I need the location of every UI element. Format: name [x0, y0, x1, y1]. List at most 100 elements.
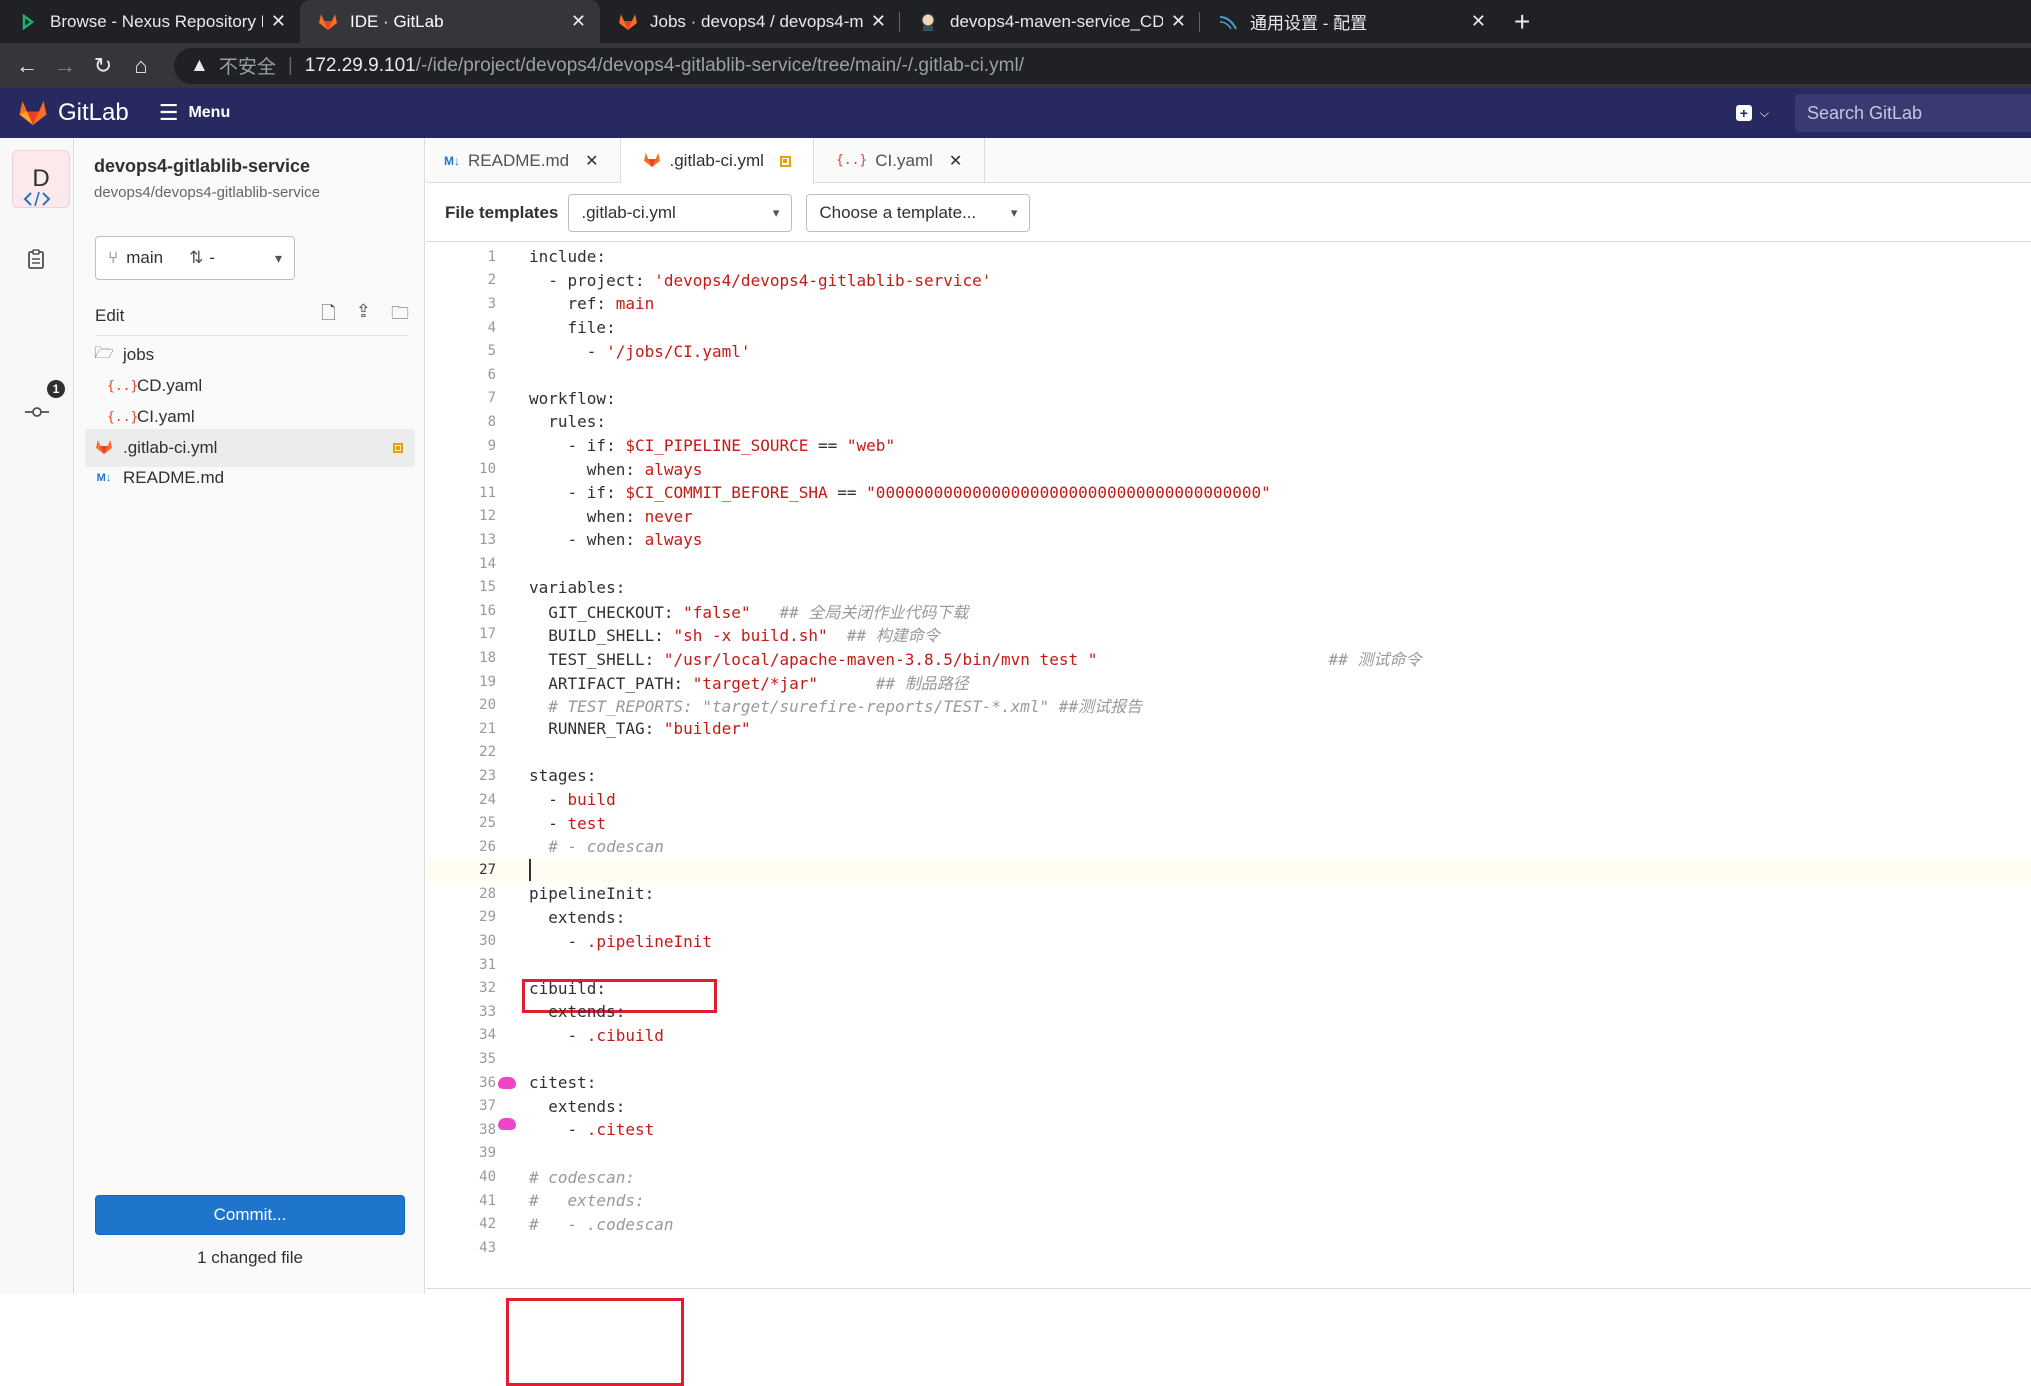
browser-tab-nexus[interactable]: Browse - Nexus Repository Ma ✕ — [0, 0, 300, 43]
commit-button[interactable]: Commit... — [95, 1195, 405, 1235]
code-text: workflow: — [529, 388, 616, 408]
address-bar[interactable]: ▲ 不安全 | 172.29.9.101 /-/ide/project/devo… — [174, 47, 2031, 84]
menu-button[interactable]: ☰ Menu — [159, 100, 231, 126]
code-line[interactable]: 25 - test — [426, 811, 2031, 835]
code-line[interactable]: 7 workflow: — [426, 387, 2031, 411]
code-line[interactable]: 19 ARTIFACT_PATH: "target/*jar" ## 制品路径 — [426, 670, 2031, 694]
code-line[interactable]: 10 when: always — [426, 457, 2031, 481]
back-arrow-icon[interactable]: ← — [8, 53, 46, 79]
code-text: when: always — [586, 459, 703, 479]
code-line[interactable]: 27 — [426, 858, 2031, 883]
code-brackets-icon[interactable] — [22, 190, 52, 208]
code-line[interactable]: 39 — [426, 1142, 2031, 1166]
code-line[interactable]: 41 # extends: — [426, 1189, 2031, 1213]
code-line[interactable]: 34 - .cibuild — [426, 1024, 2031, 1048]
gitlab-header: GitLab ☰ Menu + ⌵ Search GitLab — [0, 88, 2031, 138]
code-line[interactable]: 17 BUILD_SHELL: "sh -x build.sh" ## 构建命令 — [426, 623, 2031, 647]
code-text: extends: — [548, 1002, 626, 1022]
edit-label: Edit — [95, 305, 125, 325]
branch-selector[interactable]: ⑂ main ⇅ - ▾ — [95, 236, 295, 280]
modified-indicator-icon — [779, 155, 791, 167]
code-line[interactable]: 5 - '/jobs/CI.yaml' — [426, 339, 2031, 363]
close-icon[interactable]: ✕ — [585, 151, 598, 171]
home-icon[interactable]: ⌂ — [122, 53, 160, 79]
new-folder-icon[interactable]: 🗀 — [391, 301, 409, 331]
code-line[interactable]: 32 cibuild: — [426, 976, 2031, 1000]
close-icon[interactable]: ✕ — [1471, 11, 1486, 32]
code-line[interactable]: 16 GIT_CHECKOUT: "false" ## 全局关闭作业代码下载 — [426, 599, 2031, 623]
clipboard-icon[interactable] — [27, 248, 45, 270]
code-line[interactable]: 42 # - .codescan — [426, 1212, 2031, 1236]
template-choice-select[interactable]: Choose a template... ▾ — [806, 193, 1031, 232]
browser-toolbar: ← → ↻ ⌂ ▲ 不安全 | 172.29.9.101 /-/ide/proj… — [0, 43, 2031, 88]
code-line[interactable]: 4 file: — [426, 316, 2031, 340]
code-line[interactable]: 36 citest: — [426, 1071, 2031, 1095]
code-line[interactable]: 35 — [426, 1047, 2031, 1071]
browser-tab-jenkins[interactable]: devops4-maven-service_CD # ✕ — [900, 0, 1200, 43]
code-line[interactable]: 31 — [426, 953, 2031, 977]
code-line[interactable]: 14 — [426, 552, 2031, 576]
code-line[interactable]: 29 extends: — [426, 906, 2031, 930]
code-text: - build — [529, 790, 616, 809]
upload-icon[interactable]: ⇪ — [356, 301, 371, 331]
code-line[interactable]: 26 # - codescan — [426, 835, 2031, 859]
template-type-select[interactable]: .gitlab-ci.yml ▾ — [568, 193, 793, 232]
commit-icon[interactable] — [25, 406, 49, 418]
forward-arrow-icon[interactable]: → — [46, 53, 84, 79]
code-text: rules: — [548, 412, 607, 432]
tab-ci-yaml[interactable]: {..} CI.yaml ✕ — [814, 138, 986, 183]
code-text: - if: $CI_PIPELINE_SOURCE == "web" — [529, 436, 896, 456]
code-line[interactable]: 18 TEST_SHELL: "/usr/local/apache-maven-… — [426, 646, 2031, 670]
code-line[interactable]: 1 include: — [426, 245, 2031, 269]
code-text: - project: 'devops4/devops4-gitlablib-se… — [529, 270, 992, 290]
code-text: when: never — [586, 506, 693, 526]
code-line[interactable]: 8 rules: — [426, 410, 2031, 434]
code-line[interactable]: 30 - .pipelineInit — [426, 929, 2031, 953]
ide-activity-bar: D 1 — [0, 138, 74, 1294]
code-line[interactable]: 12 when: never — [426, 505, 2031, 529]
code-line[interactable]: 21 RUNNER_TAG: "builder" — [426, 717, 2031, 741]
code-line[interactable]: 11 - if: $CI_COMMIT_BEFORE_SHA == "00000… — [426, 481, 2031, 505]
code-line[interactable]: 28 pipelineInit: — [426, 882, 2031, 906]
code-line[interactable]: 37 extends: — [426, 1094, 2031, 1118]
code-line[interactable]: 38 - .citest — [426, 1118, 2031, 1142]
code-line[interactable]: 2 - project: 'devops4/devops4-gitlablib-… — [426, 269, 2031, 293]
code-line[interactable]: 33 extends: — [426, 1000, 2031, 1024]
code-text: - test — [529, 813, 607, 833]
gitlab-logo[interactable]: GitLab — [18, 99, 129, 127]
yaml-icon: {..} — [107, 409, 139, 425]
reload-icon[interactable]: ↻ — [84, 53, 122, 79]
close-icon[interactable]: ✕ — [871, 11, 886, 32]
tree-file-readme[interactable]: M↓ README.md — [85, 459, 415, 497]
code-editor[interactable]: 1 include: 2 - project: 'devops4/devops4-g… — [426, 245, 2031, 1386]
browser-tab-jobs[interactable]: Jobs · devops4 / devops4-mav ✕ — [600, 0, 900, 43]
new-dropdown-button[interactable]: + ⌵ — [1735, 105, 1769, 121]
code-line[interactable]: 15 variables: — [426, 575, 2031, 599]
code-line[interactable]: 20 # TEST_REPORTS: "target/surefire-repo… — [426, 693, 2031, 717]
tab-gitlab-ci[interactable]: .gitlab-ci.yml — [621, 138, 814, 184]
code-line[interactable]: 24 - build — [426, 788, 2031, 812]
search-input[interactable]: Search GitLab — [1795, 94, 2031, 132]
yaml-icon: {..} — [835, 153, 868, 168]
code-line[interactable]: 13 - when: always — [426, 528, 2031, 552]
new-tab-button[interactable]: + — [1514, 0, 1530, 43]
project-name[interactable]: devops4-gitlablib-service — [94, 156, 310, 177]
line-number: 4 — [487, 319, 496, 336]
close-icon[interactable]: ✕ — [271, 11, 286, 32]
code-line[interactable]: 6 — [426, 363, 2031, 387]
code-line[interactable]: 40 # codescan: — [426, 1165, 2031, 1189]
browser-tab-sonar[interactable]: 通用设置 - 配置 ✕ — [1200, 0, 1500, 43]
line-number: 21 — [479, 720, 496, 737]
code-line[interactable]: 22 — [426, 741, 2031, 765]
close-icon[interactable]: ✕ — [571, 11, 586, 32]
close-icon[interactable]: ✕ — [949, 151, 962, 171]
code-text: BUILD_SHELL: "sh -x build.sh" ## 构建命令 — [548, 626, 940, 646]
code-line[interactable]: 23 stages: — [426, 764, 2031, 788]
close-icon[interactable]: ✕ — [1171, 11, 1186, 32]
code-line[interactable]: 9 - if: $CI_PIPELINE_SOURCE == "web" — [426, 434, 2031, 458]
new-file-icon[interactable]: 🗋 — [321, 301, 335, 331]
tab-readme[interactable]: M↓ README.md ✕ — [426, 138, 622, 183]
code-line[interactable]: 43 — [426, 1236, 2031, 1260]
code-line[interactable]: 3 ref: main — [426, 292, 2031, 316]
browser-tab-ide-gitlab[interactable]: IDE · GitLab ✕ — [300, 0, 600, 43]
